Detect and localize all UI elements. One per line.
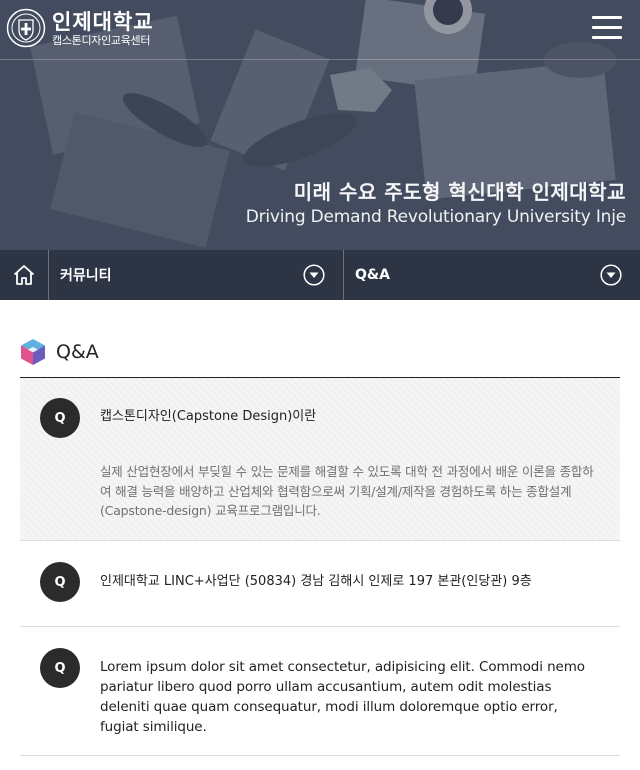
- answer-text: 실제 산업현장에서 부딪힐 수 있는 문제를 해결할 수 있도록 대학 전 과정…: [100, 464, 594, 518]
- hero-slogan-english: Driving Demand Revolutionary University …: [245, 207, 626, 227]
- hero-slogan-korean: 미래 수요 주도형 혁신대학 인제대학교: [293, 180, 626, 204]
- home-button[interactable]: [0, 250, 49, 300]
- hamburger-menu-icon[interactable]: [590, 14, 624, 42]
- nav-select-qna-label: Q&A: [355, 267, 390, 283]
- page-heading: Q&A: [20, 338, 99, 366]
- chevron-down-circle-icon: [600, 264, 622, 286]
- logo-name: 인제대학교: [52, 9, 154, 34]
- location-nav-bar: 커뮤니티 Q&A: [0, 250, 640, 300]
- qa-item[interactable]: Q Lorem ipsum dolor sit amet consectetur…: [20, 627, 620, 756]
- cube-icon: [21, 339, 45, 365]
- nav-select-community[interactable]: 커뮤니티: [49, 250, 344, 300]
- nav-select-community-label: 커뮤니티: [60, 268, 112, 284]
- logo-subtitle: 캡스톤디자인교육센터: [52, 33, 151, 47]
- question-text: 캡스톤디자인(Capstone Design)이란: [100, 409, 317, 424]
- qa-list: Q 캡스톤디자인(Capstone Design)이란 실제 산업현장에서 부딪…: [20, 378, 620, 756]
- question-text: Lorem ipsum dolor sit amet consectetur, …: [100, 659, 585, 735]
- question-badge: Q: [40, 398, 80, 438]
- page-title: Q&A: [56, 341, 99, 363]
- hero-banner: 인제대학교 캡스톤디자인교육센터 미래 수요 주도형 혁신대학 인제대학교 Dr…: [0, 0, 640, 300]
- home-icon: [13, 265, 35, 285]
- university-seal-icon: [6, 8, 46, 48]
- question-badge: Q: [40, 562, 80, 602]
- qa-item[interactable]: Q 인제대학교 LINC+사업단 (50834) 경남 김해시 인제로 197 …: [20, 541, 620, 627]
- qa-item-expanded[interactable]: Q 캡스톤디자인(Capstone Design)이란 실제 산업현장에서 부딪…: [20, 378, 620, 541]
- nav-select-qna[interactable]: Q&A: [344, 250, 640, 300]
- question-text: 인제대학교 LINC+사업단 (50834) 경남 김해시 인제로 197 본관…: [100, 574, 532, 589]
- question-badge: Q: [40, 648, 80, 688]
- chevron-down-circle-icon: [303, 264, 325, 286]
- site-logo[interactable]: 인제대학교 캡스톤디자인교육센터: [6, 8, 154, 48]
- site-header: 인제대학교 캡스톤디자인교육센터: [0, 0, 640, 60]
